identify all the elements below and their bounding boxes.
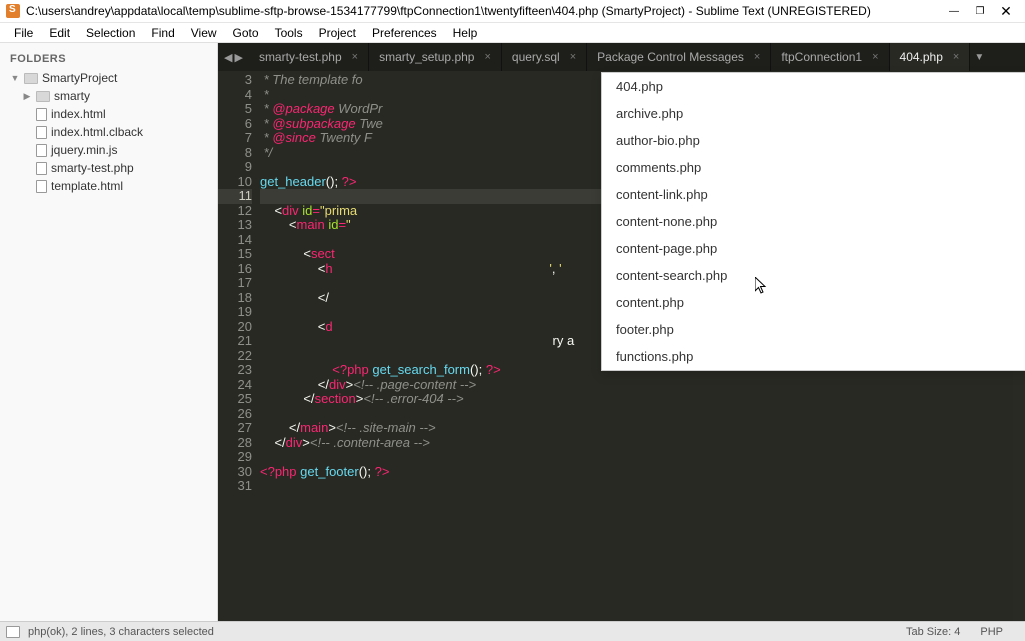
- sidebar-folder-smartyproject[interactable]: ▼ SmartyProject: [0, 69, 217, 87]
- menu-find[interactable]: Find: [143, 26, 182, 40]
- tab-package-control[interactable]: Package Control Messages ×: [587, 43, 771, 71]
- tabbar: ◀ ▶ smarty-test.php × smarty_setup.php ×…: [218, 43, 1025, 71]
- tab-label: ftpConnection1: [781, 50, 862, 64]
- nav-forward-icon[interactable]: ▶: [234, 51, 242, 64]
- file-icon: [36, 162, 47, 175]
- disclosure-triangle-icon[interactable]: ▼: [10, 73, 20, 83]
- goto-item[interactable]: archive.php: [602, 100, 1025, 127]
- tab-nav: ◀ ▶: [218, 43, 249, 71]
- tab-smarty-test[interactable]: smarty-test.php ×: [249, 43, 369, 71]
- syntax-indicator[interactable]: PHP: [980, 626, 1003, 638]
- maximize-button[interactable]: ❐: [967, 1, 993, 21]
- code-line[interactable]: [260, 450, 933, 465]
- tab-label: smarty-test.php: [259, 50, 342, 64]
- goto-list: 404.phparchive.phpauthor-bio.phpcomments…: [602, 73, 1025, 370]
- disclosure-triangle-icon[interactable]: ▶: [22, 91, 32, 102]
- tab-label: Package Control Messages: [597, 50, 744, 64]
- folder-icon: [24, 73, 38, 84]
- folder-icon: [36, 91, 50, 102]
- goto-item[interactable]: 404.php: [602, 73, 1025, 100]
- code-line[interactable]: </main><!-- .site-main -->: [260, 421, 933, 436]
- code-line[interactable]: [260, 479, 933, 494]
- code-line[interactable]: <?php get_footer(); ?>: [260, 465, 933, 480]
- sidebar-title: FOLDERS: [0, 49, 217, 69]
- close-button[interactable]: ✕: [993, 1, 1019, 21]
- menu-preferences[interactable]: Preferences: [364, 26, 445, 40]
- goto-item[interactable]: author-bio.php: [602, 127, 1025, 154]
- goto-item[interactable]: footer.php: [602, 316, 1025, 343]
- sidebar-file[interactable]: index.html.clback: [0, 123, 217, 141]
- tree-label: template.html: [51, 179, 123, 193]
- tab-label: 404.php: [900, 50, 943, 64]
- goto-item[interactable]: comments.php: [602, 154, 1025, 181]
- code-line[interactable]: </div><!-- .page-content -->: [260, 378, 933, 393]
- app-icon: [6, 4, 20, 18]
- mouse-cursor-icon: [755, 277, 767, 295]
- menu-goto[interactable]: Goto: [225, 26, 267, 40]
- close-icon[interactable]: ×: [570, 51, 576, 63]
- goto-anything-panel[interactable]: 404.phparchive.phpauthor-bio.phpcomments…: [601, 72, 1025, 371]
- tree-label: index.html: [51, 107, 106, 121]
- menu-tools[interactable]: Tools: [267, 26, 311, 40]
- tab-overflow-icon[interactable]: ▼: [970, 43, 988, 71]
- tab-404-php[interactable]: 404.php ×: [890, 43, 971, 71]
- sidebar-file[interactable]: jquery.min.js: [0, 141, 217, 159]
- tab-smarty-setup[interactable]: smarty_setup.php ×: [369, 43, 502, 71]
- line-gutter: 3456789101112131415161718192021222324252…: [218, 71, 260, 621]
- menubar: File Edit Selection Find View Goto Tools…: [0, 23, 1025, 43]
- menu-help[interactable]: Help: [445, 26, 486, 40]
- code-line[interactable]: </section><!-- .error-404 -->: [260, 392, 933, 407]
- tree-label: index.html.clback: [51, 125, 143, 139]
- sidebar-file[interactable]: template.html: [0, 177, 217, 195]
- menu-selection[interactable]: Selection: [78, 26, 143, 40]
- status-right: Tab Size: 4 PHP: [906, 626, 1019, 638]
- tab-label: smarty_setup.php: [379, 50, 474, 64]
- file-icon: [36, 144, 47, 157]
- tab-ftpconnection[interactable]: ftpConnection1 ×: [771, 43, 889, 71]
- menu-file[interactable]: File: [6, 26, 41, 40]
- minimize-button[interactable]: —: [941, 1, 967, 21]
- menu-view[interactable]: View: [183, 26, 225, 40]
- sidebar[interactable]: FOLDERS ▼ SmartyProject ▶ smarty index.h…: [0, 43, 218, 621]
- goto-item[interactable]: content-none.php: [602, 208, 1025, 235]
- panel-switcher-icon[interactable]: [6, 626, 20, 638]
- close-icon[interactable]: ×: [484, 51, 490, 63]
- file-icon: [36, 108, 47, 121]
- window-title: C:\users\andrey\appdata\local\temp\subli…: [26, 4, 871, 18]
- editor-area: ◀ ▶ smarty-test.php × smarty_setup.php ×…: [218, 43, 1025, 621]
- close-icon[interactable]: ×: [953, 51, 959, 63]
- tree-label: jquery.min.js: [51, 143, 117, 157]
- nav-back-icon[interactable]: ◀: [224, 51, 232, 64]
- titlebar-left: C:\users\andrey\appdata\local\temp\subli…: [6, 4, 871, 18]
- tab-query-sql[interactable]: query.sql ×: [502, 43, 587, 71]
- goto-item[interactable]: functions.php: [602, 343, 1025, 370]
- workspace: FOLDERS ▼ SmartyProject ▶ smarty index.h…: [0, 43, 1025, 621]
- sidebar-file[interactable]: smarty-test.php: [0, 159, 217, 177]
- tab-size-indicator[interactable]: Tab Size: 4: [906, 626, 960, 638]
- close-icon[interactable]: ×: [754, 51, 760, 63]
- file-icon: [36, 126, 47, 139]
- menu-edit[interactable]: Edit: [41, 26, 78, 40]
- tree-label: SmartyProject: [42, 71, 117, 85]
- goto-item[interactable]: content.php: [602, 289, 1025, 316]
- file-icon: [36, 180, 47, 193]
- goto-item[interactable]: content-page.php: [602, 235, 1025, 262]
- menu-project[interactable]: Project: [311, 26, 364, 40]
- tab-label: query.sql: [512, 50, 560, 64]
- code-line[interactable]: [260, 407, 933, 422]
- titlebar: C:\users\andrey\appdata\local\temp\subli…: [0, 0, 1025, 23]
- tree-label: smarty-test.php: [51, 161, 134, 175]
- sidebar-file[interactable]: index.html: [0, 105, 217, 123]
- window-controls: — ❐ ✕: [941, 1, 1019, 21]
- status-left: php(ok), 2 lines, 3 characters selected: [6, 626, 214, 638]
- goto-item[interactable]: content-search.php: [602, 262, 1025, 289]
- status-message: php(ok), 2 lines, 3 characters selected: [28, 626, 214, 638]
- tree-label: smarty: [54, 89, 90, 103]
- close-icon[interactable]: ×: [352, 51, 358, 63]
- close-icon[interactable]: ×: [872, 51, 878, 63]
- statusbar: php(ok), 2 lines, 3 characters selected …: [0, 621, 1025, 641]
- code-line[interactable]: </div><!-- .content-area -->: [260, 436, 933, 451]
- sidebar-folder-smarty[interactable]: ▶ smarty: [0, 87, 217, 105]
- goto-item[interactable]: content-link.php: [602, 181, 1025, 208]
